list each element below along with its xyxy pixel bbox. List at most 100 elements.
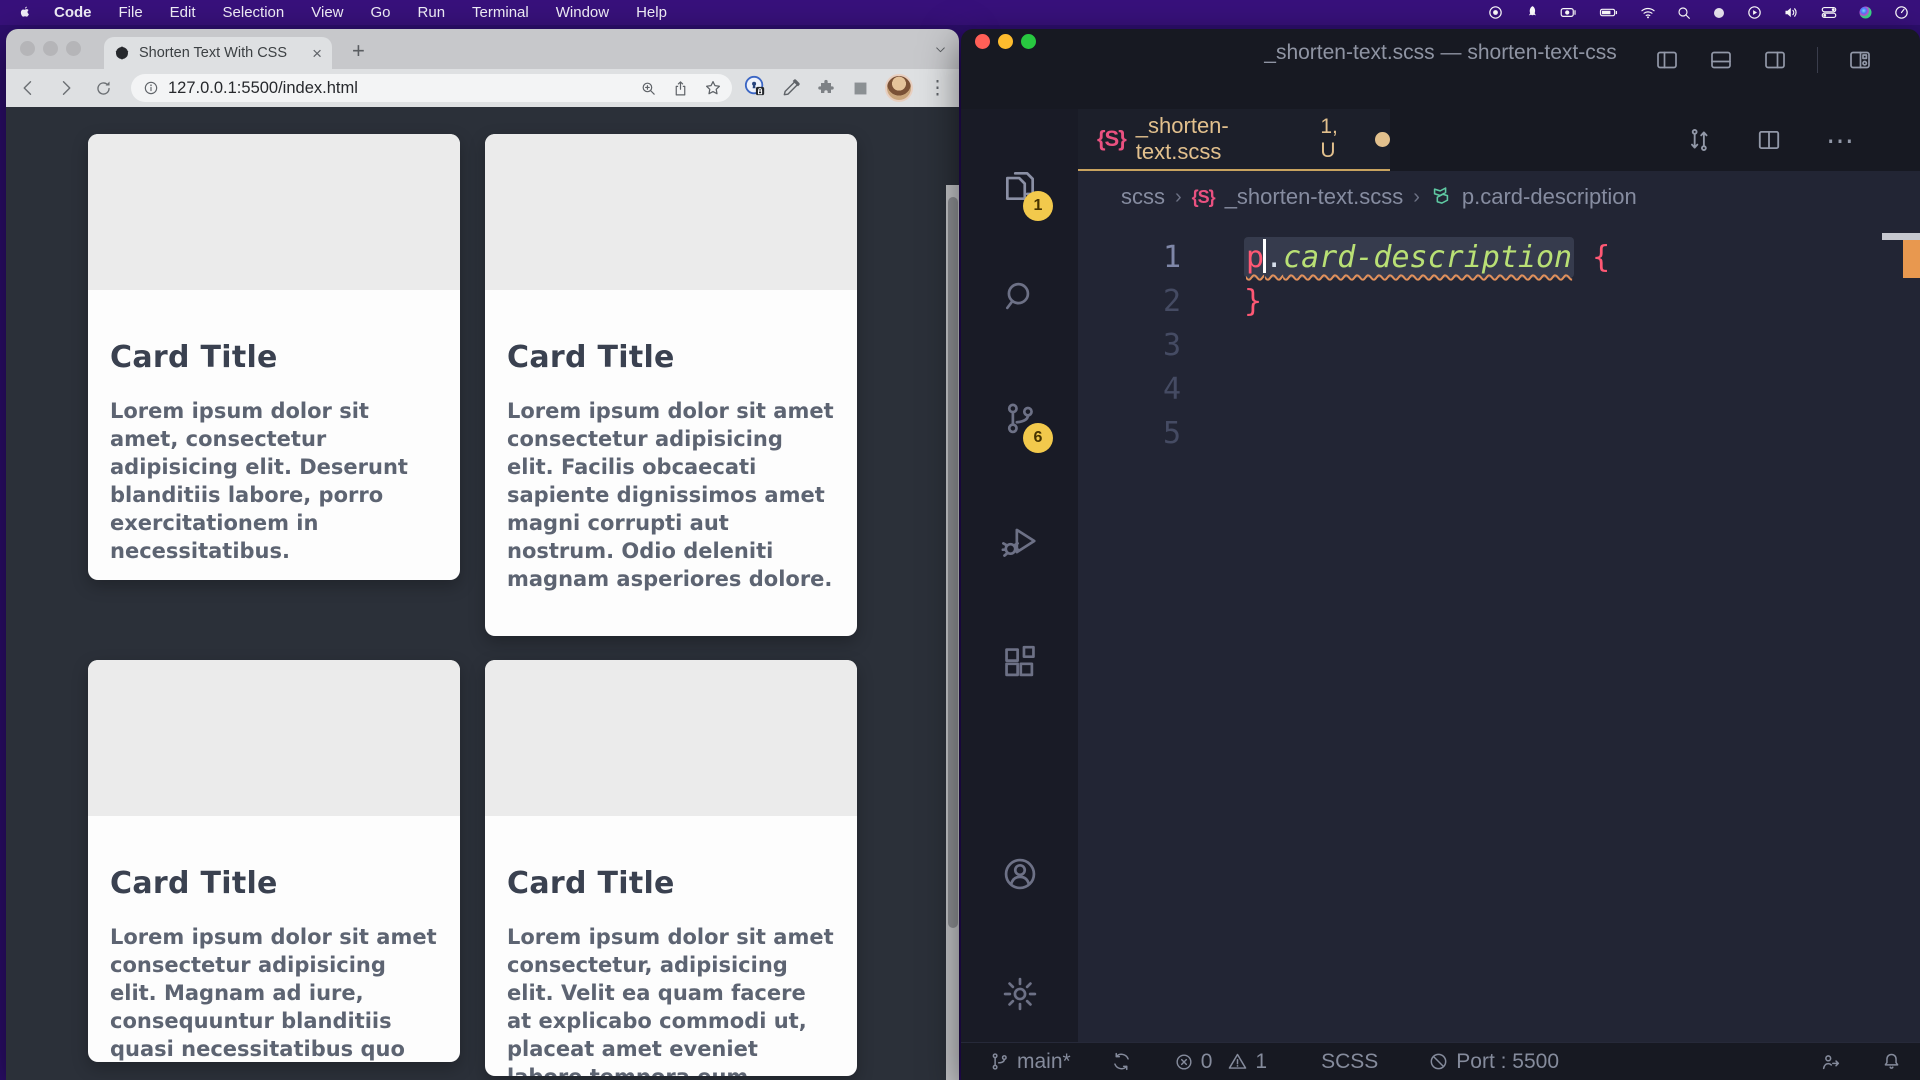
toggle-secondary-sidebar-icon[interactable] [1763, 48, 1787, 72]
toggle-panel-icon[interactable] [1709, 48, 1733, 72]
reader-mode-icon[interactable] [851, 79, 870, 98]
menu-terminal[interactable]: Terminal [472, 4, 529, 21]
branch-name: main* [1017, 1050, 1071, 1074]
feedback-item[interactable] [1820, 1051, 1842, 1073]
code-open-brace: { [1574, 240, 1610, 275]
language-mode-item[interactable]: SCSS [1321, 1050, 1378, 1074]
menu-run[interactable]: Run [418, 4, 446, 21]
menu-edit[interactable]: Edit [170, 4, 196, 21]
scrollbar-thumb[interactable] [948, 197, 958, 928]
breadcrumbs: scss › {S} _shorten-text.scss › p.card-d… [1078, 171, 1920, 223]
zoom-icon[interactable] [640, 80, 657, 97]
titlebar-divider [1817, 47, 1818, 73]
menu-app-name[interactable]: Code [54, 4, 92, 21]
profile-avatar[interactable] [885, 74, 913, 102]
password-manager-extension-icon[interactable] [744, 75, 766, 102]
browser-tab[interactable]: Shorten Text With CSS × [104, 37, 332, 69]
globe-favicon-icon [114, 45, 130, 61]
play-circle-icon[interactable] [1746, 4, 1763, 21]
zoom-window-button[interactable] [66, 41, 81, 56]
toggle-sidebar-icon[interactable] [1655, 48, 1679, 72]
breadcrumb-file[interactable]: _shorten-text.scss [1225, 184, 1404, 210]
card-title: Card Title [110, 340, 438, 375]
do-not-disturb-icon[interactable] [1711, 5, 1727, 21]
browser-menu-icon[interactable]: ⋮ [928, 77, 947, 100]
siri-icon[interactable] [1857, 4, 1874, 21]
tab-close-icon[interactable]: × [312, 45, 322, 62]
battery-icon[interactable] [1598, 4, 1620, 21]
bookmark-star-icon[interactable] [704, 79, 722, 97]
line-number: 1 [1078, 240, 1181, 275]
line-number: 4 [1078, 372, 1181, 407]
port-label: Port : 5500 [1456, 1050, 1559, 1074]
address-bar[interactable]: 127.0.0.1:5500/index.html [131, 74, 732, 102]
card-title: Card Title [507, 340, 835, 375]
close-window-button[interactable] [20, 41, 35, 56]
screen-record-icon[interactable] [1559, 4, 1579, 21]
control-center-icon[interactable] [1820, 4, 1838, 21]
volume-icon[interactable] [1782, 4, 1801, 21]
menu-go[interactable]: Go [371, 4, 391, 21]
chevron-right-icon: › [1413, 186, 1420, 209]
macos-menu-bar: Code File Edit Selection View Go Run Ter… [0, 0, 1920, 25]
forward-button[interactable] [56, 78, 76, 98]
menu-file[interactable]: File [119, 4, 143, 21]
new-tab-button[interactable]: + [352, 38, 365, 64]
menubar-status-icons [1487, 0, 1910, 25]
search-icon[interactable] [1676, 5, 1692, 21]
language-mode: SCSS [1321, 1050, 1378, 1074]
card-description: Lorem ipsum dolor sit amet consectetur, … [507, 923, 835, 1076]
card-title: Card Title [507, 866, 835, 901]
code-close-brace: } [1244, 284, 1262, 319]
menu-selection[interactable]: Selection [223, 4, 285, 21]
settings-gear-icon[interactable] [1001, 975, 1039, 1013]
editor-group: {S} _shorten-text.scss 1, U ⋯ scss › {S}… [1078, 109, 1920, 1043]
unsaved-dot-icon[interactable] [1375, 132, 1390, 147]
menu-help[interactable]: Help [636, 4, 667, 21]
extensions-icon[interactable] [1001, 644, 1039, 682]
notifications-bell-icon[interactable] [1881, 1051, 1902, 1072]
apple-menu-icon[interactable] [16, 4, 32, 22]
accounts-icon[interactable] [1001, 855, 1039, 893]
symbol-selector-icon [1430, 186, 1452, 208]
code-tag-token: p [1246, 240, 1264, 275]
split-editor-icon[interactable] [1756, 127, 1782, 153]
menu-view[interactable]: View [311, 4, 343, 21]
git-branch-item[interactable]: main* [989, 1050, 1071, 1074]
sync-changes-item[interactable] [1111, 1051, 1132, 1072]
card-title: Card Title [110, 866, 438, 901]
customize-layout-icon[interactable] [1848, 48, 1872, 72]
rocket-icon[interactable] [1523, 4, 1540, 21]
browser-scrollbar[interactable] [946, 185, 959, 1080]
chevron-right-icon: › [1175, 186, 1182, 209]
url-text[interactable]: 127.0.0.1:5500/index.html [168, 79, 640, 98]
source-control-badge: 6 [1023, 423, 1053, 453]
back-button[interactable] [18, 78, 38, 98]
extensions-puzzle-icon[interactable] [816, 78, 836, 98]
overview-ruler-warning-marker [1903, 240, 1920, 278]
menu-window[interactable]: Window [556, 4, 609, 21]
minimize-window-button[interactable] [43, 41, 58, 56]
share-icon[interactable] [672, 80, 689, 97]
open-changes-icon[interactable] [1686, 127, 1712, 153]
reload-button[interactable] [94, 79, 113, 98]
code-editor[interactable]: 1 p.card-description { 2 } 3 4 5 [1078, 223, 1920, 1043]
live-server-port-item[interactable]: Port : 5500 [1428, 1050, 1559, 1074]
clock-icon[interactable] [1893, 4, 1910, 21]
wifi-icon[interactable] [1639, 4, 1657, 21]
breadcrumb-folder[interactable]: scss [1121, 184, 1165, 210]
site-info-icon[interactable] [143, 80, 159, 96]
breadcrumb-symbol[interactable]: p.card-description [1462, 184, 1637, 210]
run-debug-icon[interactable] [1001, 522, 1039, 560]
card-description: Lorem ipsum dolor sit amet, consectetur … [110, 397, 438, 565]
colorpicker-extension-icon[interactable] [781, 78, 801, 98]
sass-file-icon: {S} [1097, 126, 1126, 152]
search-icon[interactable] [1001, 277, 1039, 315]
card: Card Title Lorem ipsum dolor sit amet co… [88, 660, 460, 1062]
card-image-placeholder [485, 660, 857, 816]
record-icon[interactable] [1487, 4, 1504, 21]
tab-overflow-chevron-icon[interactable] [934, 43, 947, 56]
problems-item[interactable]: 0 1 [1174, 1050, 1267, 1074]
more-actions-icon[interactable]: ⋯ [1826, 124, 1854, 157]
editor-tab[interactable]: {S} _shorten-text.scss 1, U [1078, 109, 1390, 171]
